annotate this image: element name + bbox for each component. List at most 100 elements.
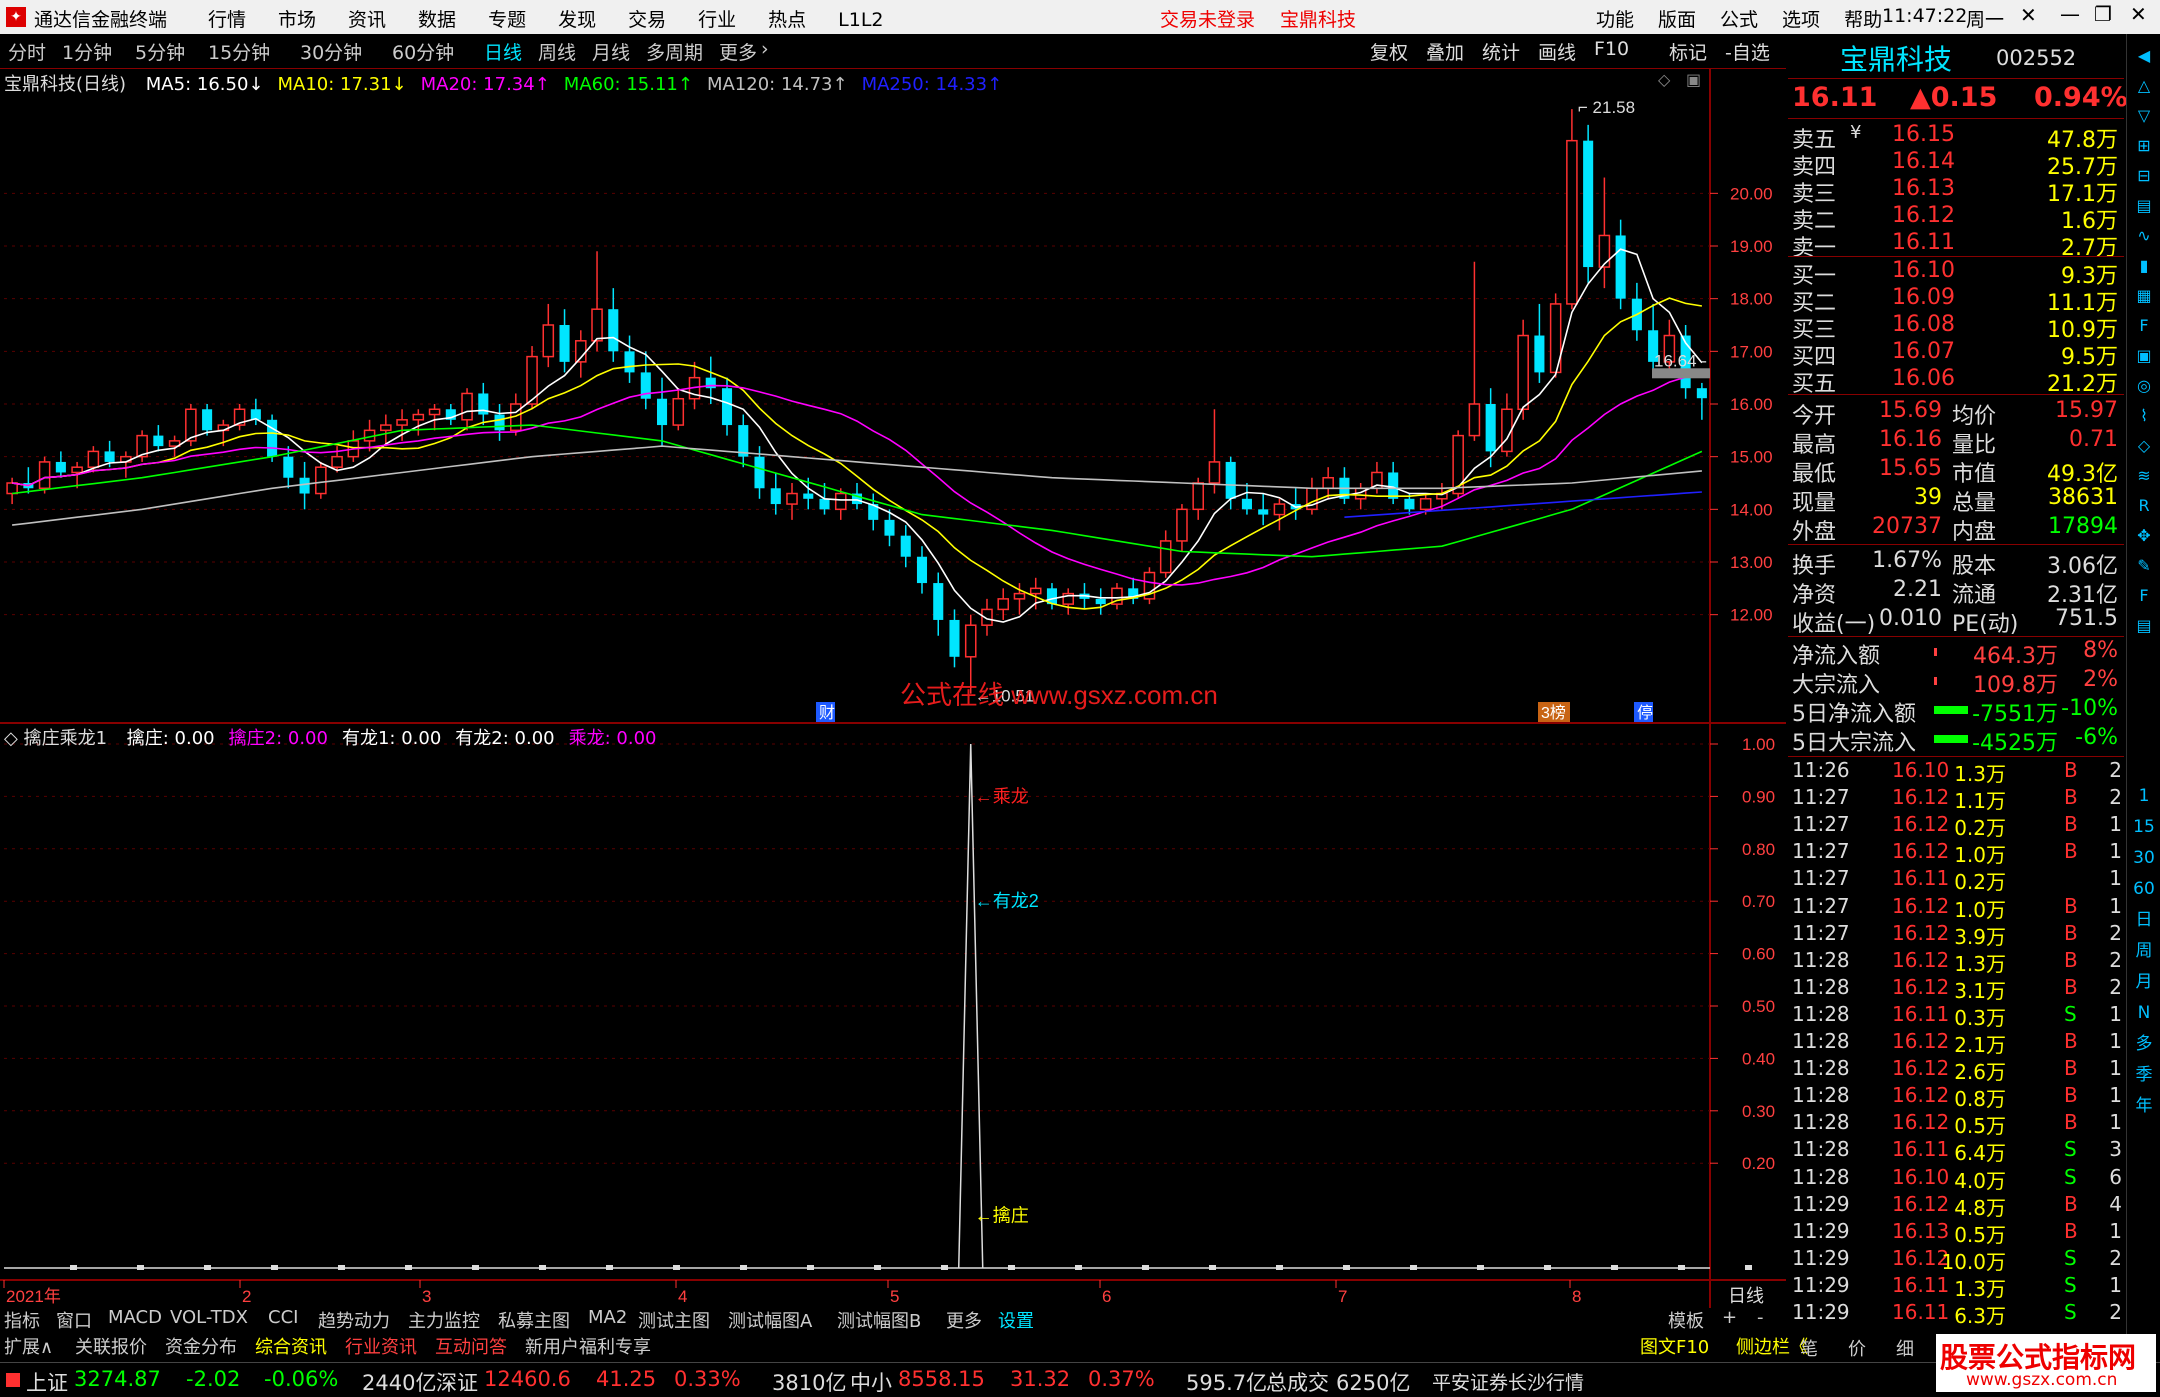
extension-tab-1[interactable]: 关联报价 xyxy=(75,1333,147,1359)
side-period-2[interactable]: 30 xyxy=(2132,846,2156,870)
extension-tab-0[interactable]: 扩展∧ xyxy=(4,1333,53,1359)
toolbar-button-4[interactable]: F10 xyxy=(1594,38,1629,60)
side-tool-icon[interactable]: ⊞ xyxy=(2132,134,2156,158)
sh-name[interactable]: 上证 xyxy=(26,1367,68,1397)
side-period-8[interactable]: 多 xyxy=(2132,1032,2156,1056)
side-period-6[interactable]: 月 xyxy=(2132,970,2156,994)
close-icon[interactable]: ✕ xyxy=(2130,2,2147,26)
menu-1[interactable]: 市场 xyxy=(278,5,316,32)
menu-0[interactable]: 行情 xyxy=(208,5,246,32)
side-tool-icon[interactable]: ◀ xyxy=(2132,44,2156,68)
period-tab-6[interactable]: 日线 xyxy=(484,38,522,65)
side-tool-icon[interactable]: ✎ xyxy=(2132,554,2156,578)
template-tab-1[interactable]: + xyxy=(1722,1307,1737,1328)
side-period-9[interactable]: 季 xyxy=(2132,1063,2156,1087)
ask-row-2[interactable]: 卖三 16.13 17.1万 xyxy=(1792,176,2120,207)
side-period-5[interactable]: 周 xyxy=(2132,939,2156,963)
minimize-icon[interactable]: — xyxy=(2060,2,2080,26)
period-tab-9[interactable]: 多周期 xyxy=(646,38,703,65)
indicator-tab-1[interactable]: 窗口 xyxy=(56,1307,92,1333)
extension-tab-3[interactable]: 综合资讯 xyxy=(255,1333,327,1359)
indicator-tab-10[interactable]: 测试幅图A xyxy=(728,1307,812,1333)
panel-tab-2[interactable]: 细 xyxy=(1896,1335,1914,1361)
period-tab-7[interactable]: 周线 xyxy=(538,38,576,65)
side-period-10[interactable]: 年 xyxy=(2132,1094,2156,1118)
zx-name[interactable]: 中小 xyxy=(850,1367,892,1397)
toolbar-button-6[interactable]: -自选 xyxy=(1725,38,1770,65)
side-tool-icon[interactable]: △ xyxy=(2132,74,2156,98)
period-tab-8[interactable]: 月线 xyxy=(592,38,630,65)
indicator-tab-12[interactable]: 更多 xyxy=(946,1307,982,1333)
indicator-collapse-icon[interactable]: ◇ xyxy=(4,728,24,749)
side-tool-icon[interactable]: ▦ xyxy=(2132,284,2156,308)
menu-9[interactable]: L1L2 xyxy=(838,9,883,31)
indicator-tab-3[interactable]: VOL-TDX xyxy=(170,1307,248,1328)
toolbar-button-1[interactable]: 叠加 xyxy=(1426,38,1464,65)
side-tool-icon[interactable]: ⊟ xyxy=(2132,164,2156,188)
indicator-tab-8[interactable]: MA2 xyxy=(588,1307,627,1328)
indicator-tab-11[interactable]: 测试幅图B xyxy=(837,1307,921,1333)
period-tab-5[interactable]: 60分钟 xyxy=(392,38,454,65)
menu-3[interactable]: 数据 xyxy=(418,5,456,32)
period-tab-3[interactable]: 15分钟 xyxy=(208,38,270,65)
side-tool-icon[interactable]: ◎ xyxy=(2132,374,2156,398)
toolbar-button-5[interactable]: 标记 xyxy=(1669,38,1707,65)
indicator-tab-2[interactable]: MACD xyxy=(108,1307,162,1328)
login-notice[interactable]: 交易未登录 xyxy=(1160,5,1255,32)
restore-icon[interactable]: ❐ xyxy=(2094,2,2112,26)
event-tag-label[interactable]: 停 xyxy=(1637,704,1653,722)
indicator-tab-6[interactable]: 主力监控 xyxy=(408,1307,480,1333)
side-period-0[interactable]: 1 xyxy=(2132,784,2156,808)
period-tab-4[interactable]: 30分钟 xyxy=(300,38,362,65)
ask-row-3[interactable]: 卖二 16.12 1.6万 xyxy=(1792,203,2120,234)
panel-toggle-0[interactable]: 图文F10 xyxy=(1640,1333,1709,1359)
menu-5[interactable]: 发现 xyxy=(558,5,596,32)
side-tool-icon[interactable]: ⌇ xyxy=(2132,404,2156,428)
side-tool-icon[interactable]: F xyxy=(2132,584,2156,608)
indicator-tab-13[interactable]: 设置 xyxy=(998,1307,1034,1333)
right-menu-3[interactable]: 选项 xyxy=(1782,9,1820,31)
indicator-tab-7[interactable]: 私募主图 xyxy=(498,1307,570,1333)
current-stock-notice[interactable]: 宝鼎科技 xyxy=(1280,5,1356,32)
panel-tab-1[interactable]: 价 xyxy=(1848,1335,1866,1361)
side-tool-icon[interactable]: ▽ xyxy=(2132,104,2156,128)
side-tool-icon[interactable]: ◇ xyxy=(2132,434,2156,458)
ask-row-1[interactable]: 卖四 16.14 25.7万 xyxy=(1792,149,2120,180)
side-tool-icon[interactable]: R xyxy=(2132,494,2156,518)
right-menu-2[interactable]: 公式 xyxy=(1720,9,1758,31)
sz-name[interactable]: 深证 xyxy=(436,1367,478,1397)
right-menu-4[interactable]: 帮助 xyxy=(1844,9,1882,31)
more-chevron-icon[interactable]: › xyxy=(761,38,769,60)
menu-8[interactable]: 热点 xyxy=(768,5,806,32)
extension-tab-5[interactable]: 互动问答 xyxy=(435,1333,507,1359)
template-tab-0[interactable]: 模板 xyxy=(1668,1307,1704,1333)
right-menu-1[interactable]: 版面 xyxy=(1658,9,1696,31)
side-tool-icon[interactable]: ▤ xyxy=(2132,194,2156,218)
side-period-3[interactable]: 60 xyxy=(2132,877,2156,901)
panel-tab-0[interactable]: 笔 xyxy=(1800,1335,1818,1361)
right-menu-0[interactable]: 功能 xyxy=(1596,9,1634,31)
bid-row-1[interactable]: 买二 16.09 11.1万 xyxy=(1792,285,2120,316)
menu-4[interactable]: 专题 xyxy=(488,5,526,32)
bid-row-2[interactable]: 买三 16.08 10.9万 xyxy=(1792,312,2120,343)
side-tool-icon[interactable]: ▣ xyxy=(2132,344,2156,368)
toolbar-button-3[interactable]: 画线 xyxy=(1538,38,1576,65)
bid-row-3[interactable]: 买四 16.07 9.5万 xyxy=(1792,339,2120,370)
side-tool-icon[interactable]: ▮ xyxy=(2132,254,2156,278)
indicator-tab-9[interactable]: 测试主图 xyxy=(638,1307,710,1333)
search-icon[interactable]: ✕ xyxy=(2020,3,2037,27)
event-tag-label[interactable]: 财 xyxy=(819,704,835,722)
side-tool-icon[interactable]: ≋ xyxy=(2132,464,2156,488)
menu-2[interactable]: 资讯 xyxy=(348,5,386,32)
extension-tab-2[interactable]: 资金分布 xyxy=(165,1333,237,1359)
period-tab-10[interactable]: 更多 xyxy=(719,38,757,65)
side-period-1[interactable]: 15 xyxy=(2132,815,2156,839)
period-tab-0[interactable]: 分时 xyxy=(8,38,46,65)
extension-tab-6[interactable]: 新用户福利专享 xyxy=(525,1333,651,1359)
extension-tab-4[interactable]: 行业资讯 xyxy=(345,1333,417,1359)
side-tool-icon[interactable]: ∿ xyxy=(2132,224,2156,248)
side-period-4[interactable]: 日 xyxy=(2132,908,2156,932)
period-tab-2[interactable]: 5分钟 xyxy=(135,38,185,65)
indicator-tab-0[interactable]: 指标 xyxy=(4,1307,40,1333)
toolbar-button-0[interactable]: 复权 xyxy=(1370,38,1408,65)
